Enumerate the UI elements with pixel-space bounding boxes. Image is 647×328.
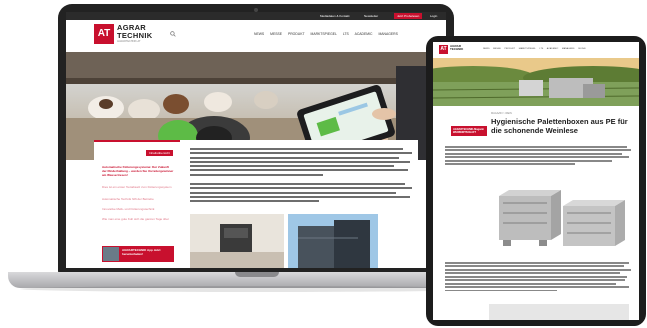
tablet-nav-item[interactable]: NEWS: [483, 48, 490, 50]
tablet-nav-item[interactable]: LTS: [539, 48, 543, 50]
tablet-breadcrumb[interactable]: MAGAZIN > WEIN: [491, 112, 512, 115]
tablet-nav-item[interactable]: PRODUKT: [504, 48, 515, 50]
trial-button[interactable]: Jetzt Probelesen: [394, 13, 423, 19]
tablet-body-text: [445, 262, 631, 293]
tablet-logo-mark[interactable]: AT: [439, 45, 448, 54]
tablet-screen: AT AGRAR TECHNIK NEWS MESSE PRODUKT MARK…: [433, 42, 639, 320]
top-utility-bar: Mediadaten & Kontakt Newsletter Jetzt Pr…: [66, 12, 446, 20]
nav-item-managers[interactable]: MANAGERS: [378, 32, 397, 36]
tablet-header: AT AGRAR TECHNIK NEWS MESSE PRODUKT MARK…: [433, 42, 639, 59]
tablet-nav: NEWS MESSE PRODUKT MARKTSPIEGEL LTS ACAD…: [483, 48, 589, 50]
laptop-notch: [235, 272, 279, 277]
tablet-nav-item[interactable]: MARKTSPIEGEL: [519, 48, 536, 50]
tablet-article-title: Hygienische Palettenboxen aus PE für die…: [491, 117, 628, 135]
tablet-nav-item[interactable]: MANAGERS: [562, 48, 575, 50]
tablet-bottom-image: [489, 304, 629, 320]
toc-link[interactable]: Dies ist ein erster Textabsatz zum Fütte…: [102, 185, 174, 190]
article-sidebar: Inhaltsübersicht Automatische Fütterungs…: [94, 140, 180, 268]
tablet-nav-item[interactable]: MESSE: [493, 48, 501, 50]
contact-link[interactable]: Mediadaten & Kontakt: [320, 12, 350, 20]
tablet-hero-vineyard-image: [433, 58, 639, 106]
logo-tagline: AGRARTECHNIK.AT: [117, 40, 141, 43]
article-content: Inhaltsübersicht Automatische Fütterungs…: [94, 140, 418, 268]
app-download-banner[interactable]: AGRARTECHNIK App Jetzt herunterladen!: [102, 246, 174, 262]
nav-item-produkt[interactable]: PRODUKT: [288, 32, 305, 36]
nav-item-marktspiegel[interactable]: MARKTSPIEGEL: [311, 32, 337, 36]
app-banner-image: [103, 247, 119, 261]
nav-item-messe[interactable]: MESSE: [270, 32, 282, 36]
tablet-nav-item[interactable]: SUCHE: [578, 48, 586, 50]
main-nav: NEWS MESSE PRODUKT MARKTSPIEGEL LTS ACAD…: [254, 32, 403, 36]
article-image-1: [190, 214, 284, 268]
toc-link[interactable]: Automatische Fütterungssysteme: Der Zuku…: [102, 165, 174, 177]
tablet-pallet-boxes-image: [491, 180, 631, 254]
toc-link[interactable]: Innovative Melk- und Fütterungstechnik: [102, 207, 174, 212]
tablet-intro-text: [445, 146, 631, 167]
logo-mark[interactable]: AT: [94, 24, 114, 44]
article-body-text: [190, 148, 412, 205]
logo-line-2: TECHNIK: [117, 30, 153, 40]
nav-item-news[interactable]: NEWS: [254, 32, 264, 36]
laptop-shadow: [20, 286, 494, 292]
logo-wordmark[interactable]: AGRAR TECHNIK: [117, 24, 152, 39]
app-banner-text: AGRARTECHNIK App Jetzt herunterladen!: [122, 248, 161, 256]
tablet-logo-wordmark[interactable]: AGRAR TECHNIK: [450, 44, 464, 52]
newsletter-link[interactable]: Newsletter: [364, 12, 378, 20]
toc-link[interactable]: Automatische Technik hilft der Betriebe: [102, 197, 174, 202]
site-header: AT AGRAR TECHNIK AGRARTECHNIK.AT NEWS ME…: [66, 20, 446, 52]
laptop-screen: Mediadaten & Kontakt Newsletter Jetzt Pr…: [66, 12, 446, 268]
article-image-2: [288, 214, 378, 268]
nav-item-academic[interactable]: ACADEMIC: [355, 32, 373, 36]
search-icon[interactable]: [170, 31, 176, 37]
nav-item-lts[interactable]: LTS: [343, 32, 349, 36]
login-link[interactable]: Login: [430, 12, 437, 20]
tablet-nav-item[interactable]: ACADEMIC: [547, 48, 559, 50]
toc-link[interactable]: Wie man eine gute Kuh sich die ganzen Ta…: [102, 217, 174, 222]
tablet-logo-line-2: TECHNIK: [450, 47, 464, 52]
toc-badge: Inhaltsübersicht: [146, 150, 174, 156]
tablet-magazine-badge[interactable]: AGRARTECHNIK-Magazin WEINWIRTSCHAFT: [451, 126, 487, 136]
